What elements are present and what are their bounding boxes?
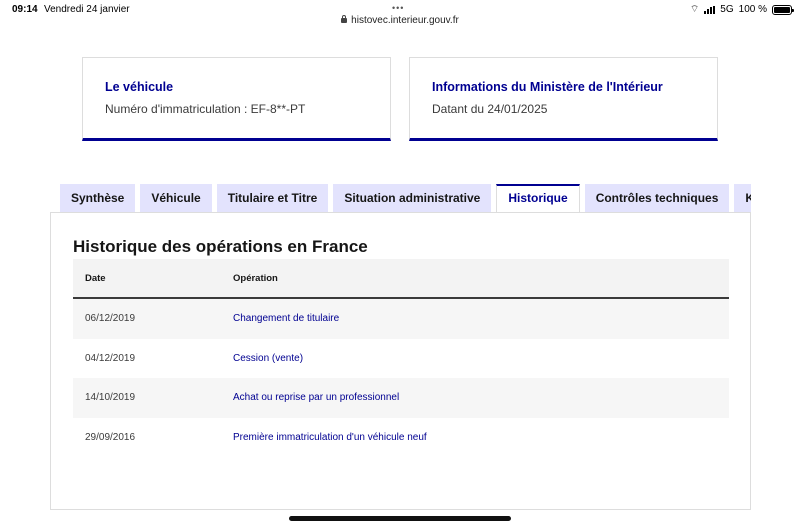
ministere-card-title: Informations du Ministère de l'Intérieur (432, 80, 663, 94)
panel-title: Historique des opérations en France (73, 237, 368, 256)
lock-icon (341, 15, 348, 23)
status-date: Vendredi 24 janvier (44, 4, 130, 15)
data-date: Datant du 24/01/2025 (432, 102, 548, 116)
tab-titulaire-titre[interactable]: Titulaire et Titre (216, 184, 329, 212)
column-header-operation: Opération (233, 272, 278, 284)
row-operation: Première immatriculation d'un véhicule n… (233, 431, 427, 443)
status-time: 09:14 (12, 4, 38, 15)
row-date: 04/12/2019 (85, 352, 136, 364)
row-operation: Cession (vente) (233, 352, 304, 364)
status-indicators: ⌔ 5G 100 % (689, 3, 794, 16)
table-row: 14/10/2019 Achat ou reprise par un profe… (73, 378, 729, 418)
row-date: 29/09/2016 (85, 431, 136, 443)
tab-situation-administrative[interactable]: Situation administrative (333, 184, 492, 212)
table-row: 04/12/2019 Cession (vente) (73, 338, 729, 378)
multitask-dots-icon[interactable]: ••• (392, 3, 404, 13)
tab-controles-techniques[interactable]: Contrôles techniques (584, 184, 730, 212)
battery-icon (772, 4, 794, 15)
row-operation: Changement de titulaire (233, 313, 340, 325)
home-indicator[interactable] (289, 516, 511, 521)
battery-label: 100 % (738, 4, 767, 15)
vehicle-card-title: Le véhicule (105, 80, 174, 94)
column-header-date: Date (85, 272, 106, 284)
tab-vehicule[interactable]: Véhicule (140, 184, 212, 212)
vehicle-card: Le véhicule Numéro d'immatriculation : E… (82, 57, 391, 141)
operations-table: Date Opération 06/12/2019 Changement de … (73, 259, 729, 457)
row-date: 06/12/2019 (85, 313, 136, 325)
tab-synthese[interactable]: Synthèse (60, 184, 136, 212)
historique-panel: Historique des opérations en France Date… (50, 212, 751, 510)
registration-number: Numéro d'immatriculation : EF-8**-PT (105, 102, 306, 116)
wifi-icon: ⌔ (689, 4, 700, 15)
status-bar: 09:14 Vendredi 24 janvier ••• histovec.i… (0, 0, 800, 30)
table-row: 29/09/2016 Première immatriculation d'un… (73, 417, 729, 457)
ministere-card: Informations du Ministère de l'Intérieur… (409, 57, 718, 141)
tab-bar: Synthèse Véhicule Titulaire et Titre Situat… (60, 184, 751, 213)
url-text: histovec.interieur.gouv.fr (351, 15, 459, 26)
table-header: Date Opération (73, 259, 729, 299)
table-row: 06/12/2019 Changement de titulaire (73, 299, 729, 339)
tab-historique[interactable]: Historique (496, 184, 580, 213)
network-label: 5G (720, 4, 734, 15)
address-bar[interactable]: histovec.interieur.gouv.fr (0, 15, 800, 26)
row-operation: Achat ou reprise par un professionnel (233, 392, 400, 404)
row-date: 14/10/2019 (85, 392, 136, 404)
signal-icon (704, 5, 716, 14)
battery-fill (774, 6, 790, 13)
tab-kilometrage[interactable]: Kilométrage (734, 184, 751, 212)
